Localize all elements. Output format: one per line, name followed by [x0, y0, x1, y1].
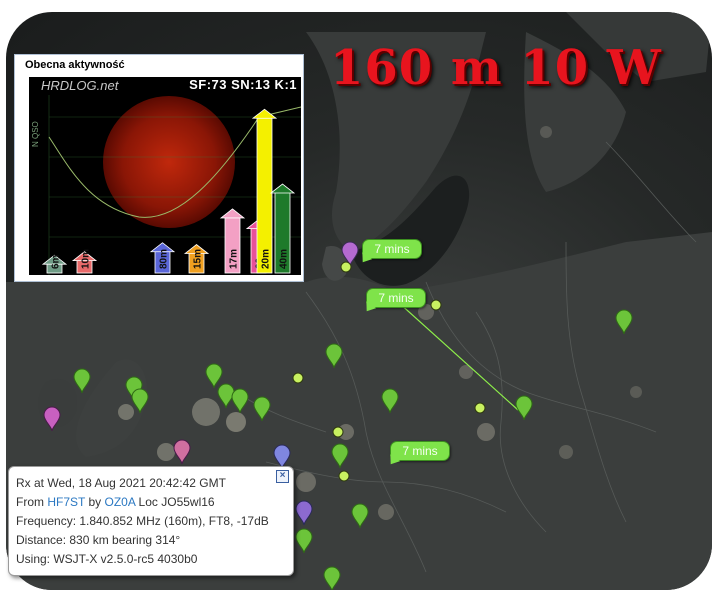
time-callout[interactable]: 7 mins: [362, 239, 422, 259]
sun-image: [103, 96, 235, 228]
band-bar-arrow: [219, 208, 246, 219]
band-label: 40m: [279, 249, 290, 269]
transmitter-icon: [292, 372, 304, 384]
solar-panel: N QSO 6m10m80m15m17m30m20m40m HRDLOG.net…: [29, 77, 301, 275]
rx-time: Rx at Wed, 18 Aug 2021 20:42:42 GMT: [16, 476, 226, 490]
hrdlog-brand: HRDLOG.net: [41, 78, 119, 93]
axis-label: N QSO: [31, 121, 40, 147]
spot-info-popup: × Rx at Wed, 18 Aug 2021 20:42:42 GMT Fr…: [8, 466, 294, 576]
band-bar-17m: 17m: [219, 208, 246, 274]
using-line: Using: WSJT-X v2.5.0-rc5 4030b0: [16, 552, 198, 566]
close-icon[interactable]: ×: [276, 470, 289, 483]
solar-activity-widget: Obecna aktywność N QSO 6m10m80m15m17m30m…: [14, 54, 304, 282]
band-label: 20m: [261, 249, 272, 269]
page-title: 160 m 10 W: [330, 40, 662, 96]
band-bar-10m: 10m: [71, 249, 98, 274]
from-label: From: [16, 495, 44, 509]
band-label: 15m: [193, 249, 204, 269]
band-label: 6m: [51, 254, 62, 269]
band-bar-arrow: [269, 183, 296, 194]
transmitter-icon: [338, 470, 350, 482]
band-label: 10m: [81, 249, 92, 269]
band-bar-40m: 40m: [269, 183, 296, 274]
band-label: 17m: [229, 249, 240, 269]
transmitter-icon: [430, 299, 442, 311]
transmitter-icon: [340, 261, 352, 273]
from-line: From HF7ST by OZ0A Loc JO55wl16: [16, 495, 215, 509]
transmitter-icon: [332, 426, 344, 438]
by-label: by: [88, 495, 102, 509]
transmitter-icon: [474, 402, 486, 414]
locator: Loc JO55wl16: [138, 495, 215, 509]
frequency-line: Frequency: 1.840.852 MHz (160m), FT8, -1…: [16, 514, 269, 528]
band-label: 80m: [159, 249, 170, 269]
widget-title: Obecna aktywność: [25, 59, 125, 71]
distance-line: Distance: 830 km bearing 314°: [16, 533, 181, 547]
band-bar-80m: 80m: [149, 242, 176, 274]
solar-stats: SF:73 SN:13 K:1: [189, 77, 297, 92]
solar-chart: N QSO 6m10m80m15m17m30m20m40m: [31, 95, 301, 275]
time-callout[interactable]: 7 mins: [390, 441, 450, 461]
band-bar-6m: 6m: [41, 254, 68, 274]
time-callout[interactable]: 7 mins: [366, 288, 426, 308]
band-bar-15m: 15m: [183, 244, 210, 274]
by-callsign-link[interactable]: OZ0A: [105, 495, 136, 509]
from-callsign-link[interactable]: HF7ST: [47, 495, 85, 509]
